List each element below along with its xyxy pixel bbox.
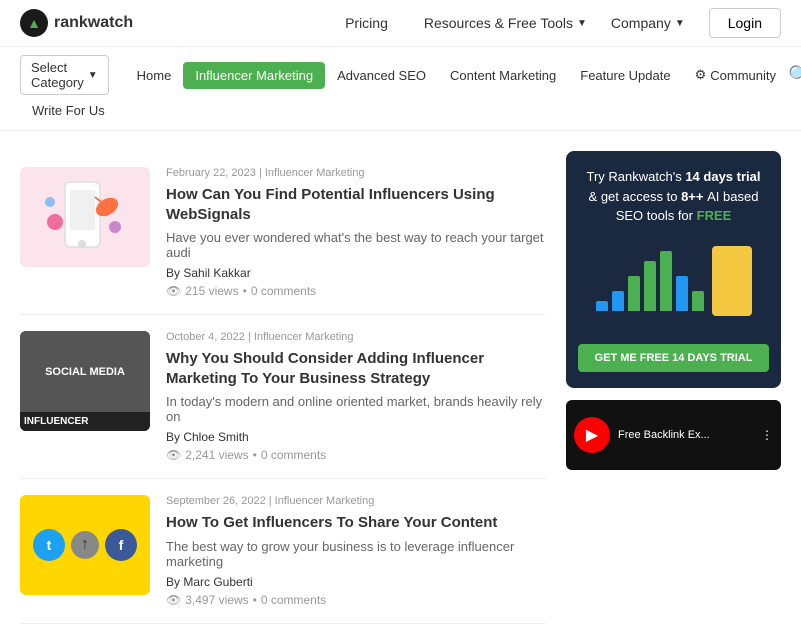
community-icon: ⚙	[695, 67, 707, 83]
article-meta: October 4, 2022 | Influencer Marketing	[166, 331, 546, 343]
nav-influencer-marketing[interactable]: Influencer Marketing	[183, 62, 325, 89]
company-dropdown[interactable]: Company ▼	[611, 15, 685, 31]
article-excerpt: The best way to grow your business is to…	[166, 539, 546, 569]
bar-5	[660, 251, 672, 311]
search-button[interactable]: 🔍	[788, 65, 801, 86]
article-body: October 4, 2022 | Influencer Marketing W…	[166, 331, 546, 462]
bar-1	[596, 301, 608, 311]
article-body: February 22, 2023 | Influencer Marketing…	[166, 167, 546, 298]
resources-dropdown[interactable]: Resources & Free Tools ▼	[424, 15, 587, 31]
article-title[interactable]: How To Get Influencers To Share Your Con…	[166, 513, 546, 533]
ad-trial-text: Try Rankwatch's 14 days trial & get acce…	[578, 167, 769, 226]
article-card: SOCIAL MEDIA INFLUENCER October 4, 2022 …	[20, 315, 546, 479]
pricing-link[interactable]: Pricing	[333, 9, 400, 37]
bar-4	[644, 261, 656, 311]
cta-trial-button[interactable]: GET ME FREE 14 DAYS TRIAL	[578, 344, 769, 372]
bar-7	[692, 291, 704, 311]
article-title[interactable]: How Can You Find Potential Influencers U…	[166, 185, 546, 224]
share-center-icon: ↑	[71, 531, 99, 559]
eye-icon: 👁	[166, 593, 181, 607]
video-title: Free Backlink Ex...	[618, 429, 710, 441]
article-card: February 22, 2023 | Influencer Marketing…	[20, 151, 546, 315]
share-icons-illustration: t ↑ f	[20, 495, 150, 595]
dashboard-bars	[596, 251, 704, 311]
bar-3	[628, 276, 640, 311]
logo-icon: ▲	[20, 9, 48, 37]
article-meta: February 22, 2023 | Influencer Marketing	[166, 167, 546, 179]
article-illustration	[35, 172, 135, 262]
nav-content-marketing[interactable]: Content Marketing	[438, 62, 568, 89]
ad-dashboard-illustration	[578, 236, 769, 326]
eye-icon: 👁	[166, 284, 181, 298]
person-illustration	[712, 246, 752, 316]
articles-list: February 22, 2023 | Influencer Marketing…	[20, 151, 546, 624]
article-image	[20, 167, 150, 267]
write-for-us-link[interactable]: Write For Us	[20, 99, 117, 122]
top-header: ▲ rankwatch Pricing Resources & Free Too…	[0, 0, 801, 47]
login-button[interactable]: Login	[709, 8, 781, 38]
bar-6	[676, 276, 688, 311]
main-content: February 22, 2023 | Influencer Marketing…	[0, 131, 801, 644]
nav-community[interactable]: ⚙ Community	[683, 61, 788, 89]
nav-advanced-seo[interactable]: Advanced SEO	[325, 62, 438, 89]
social-top-label: SOCIAL MEDIA	[20, 331, 150, 412]
top-navigation: Pricing Resources & Free Tools ▼ Company…	[333, 8, 781, 38]
article-author: By Chloe Smith	[166, 430, 546, 444]
video-thumbnail[interactable]: ▶ Free Backlink Ex... ⋮	[566, 400, 781, 470]
brand-name: rankwatch	[54, 14, 133, 32]
bar-2	[612, 291, 624, 311]
article-stats: 👁 3,497 views • 0 comments	[166, 593, 546, 607]
article-meta: September 26, 2022 | Influencer Marketin…	[166, 495, 546, 507]
company-chevron-icon: ▼	[675, 18, 685, 29]
eye-icon: 👁	[166, 448, 181, 462]
article-author: By Sahil Kakkar	[166, 266, 546, 280]
article-excerpt: In today's modern and online oriented ma…	[166, 394, 546, 424]
facebook-icon: f	[105, 529, 137, 561]
ad-trial-box: Try Rankwatch's 14 days trial & get acce…	[566, 151, 781, 388]
nav-home[interactable]: Home	[125, 62, 184, 89]
category-select[interactable]: Select Category ▼	[20, 55, 109, 95]
resources-chevron-icon: ▼	[577, 18, 587, 29]
article-stats: 👁 2,241 views • 0 comments	[166, 448, 546, 462]
article-card: t ↑ f September 26, 2022 | Influencer Ma…	[20, 479, 546, 624]
article-excerpt: Have you ever wondered what's the best w…	[166, 230, 546, 260]
sidebar: Try Rankwatch's 14 days trial & get acce…	[566, 151, 781, 624]
video-options-icon[interactable]: ⋮	[761, 428, 773, 442]
second-navigation: Select Category ▼ Home Influencer Market…	[0, 47, 801, 131]
twitter-icon: t	[33, 529, 65, 561]
youtube-icon: ▶	[574, 417, 610, 453]
article-title[interactable]: Why You Should Consider Adding Influence…	[166, 349, 546, 388]
category-chevron-icon: ▼	[88, 70, 98, 81]
nav-feature-update[interactable]: Feature Update	[568, 62, 682, 89]
article-image: SOCIAL MEDIA INFLUENCER	[20, 331, 150, 431]
article-image: t ↑ f	[20, 495, 150, 595]
social-bottom-label: INFLUENCER	[20, 412, 150, 431]
logo[interactable]: ▲ rankwatch	[20, 9, 133, 37]
article-stats: 👁 215 views • 0 comments	[166, 284, 546, 298]
article-body: September 26, 2022 | Influencer Marketin…	[166, 495, 546, 607]
article-author: By Marc Guberti	[166, 575, 546, 589]
